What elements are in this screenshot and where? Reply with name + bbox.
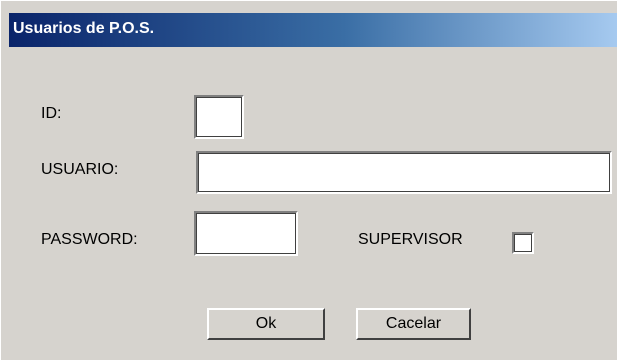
usuario-label: USUARIO:: [41, 161, 119, 178]
id-field[interactable]: [194, 95, 244, 139]
supervisor-checkbox[interactable]: [512, 232, 534, 254]
id-label: ID:: [41, 105, 62, 122]
window-title: Usuarios de P.O.S.: [13, 20, 155, 37]
ok-button[interactable]: Ok: [207, 308, 325, 340]
supervisor-label: SUPERVISOR: [358, 231, 463, 248]
password-field[interactable]: [194, 211, 298, 256]
title-bar[interactable]: Usuarios de P.O.S.: [9, 13, 617, 47]
pos-users-dialog: Usuarios de P.O.S. ID: USUARIO: PASSWORD…: [0, 0, 617, 360]
cancel-button[interactable]: Cacelar: [356, 308, 471, 340]
usuario-field[interactable]: [196, 151, 612, 194]
password-label: PASSWORD:: [41, 231, 138, 248]
